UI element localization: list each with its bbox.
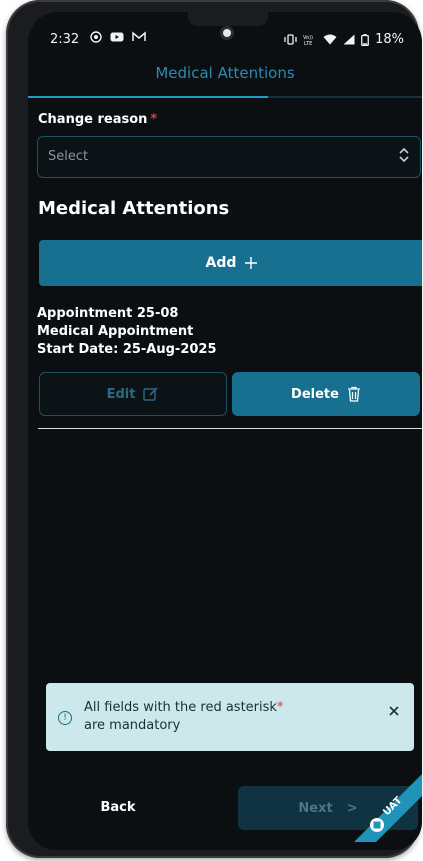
required-asterisk: * (150, 112, 158, 127)
svg-text:LTE: LTE (304, 41, 312, 46)
wifi-icon (323, 34, 337, 45)
vibrate-icon (284, 34, 297, 45)
appointment-start-date: Start Date: 25-Aug-2025 (37, 342, 217, 357)
app-screen: 2:32 Vo)) LTE 18% Medical Attentions Chan… (28, 12, 422, 850)
add-button[interactable]: Add (39, 240, 422, 286)
youtube-icon (110, 32, 124, 42)
volte-icon: Vo))LTE (303, 35, 313, 46)
toast-message-line1: All fields with the red asterisk (84, 700, 277, 715)
delete-button[interactable]: Delete (232, 372, 420, 416)
change-reason-label: Change reason * (38, 112, 157, 127)
status-time: 2:32 (50, 32, 80, 47)
divider (38, 428, 422, 429)
back-button[interactable]: Back (68, 792, 168, 822)
status-notification-icons (90, 31, 146, 43)
page-title: Medical Attentions (155, 64, 295, 82)
appointment-item: Appointment 25-08 Medical Appointment St… (37, 305, 217, 359)
status-system-icons: Vo)) LTE 18% (284, 32, 404, 47)
trash-icon (347, 386, 360, 402)
section-title: Medical Attentions (38, 198, 230, 219)
mandatory-fields-toast: ! All fields with the red asterisk* are … (46, 683, 414, 751)
notch (188, 12, 268, 26)
battery-icon (361, 33, 369, 46)
change-reason-label-text: Change reason (38, 112, 148, 127)
edit-icon (143, 387, 158, 401)
chevron-updown-icon (399, 147, 409, 163)
target-icon (90, 31, 102, 43)
battery-percentage: 18% (375, 32, 404, 47)
header-progress-bar (28, 96, 268, 98)
edit-button[interactable]: Edit (39, 372, 227, 416)
signal-icon (343, 34, 355, 45)
page-header: Medical Attentions (28, 56, 422, 98)
gmail-icon (132, 31, 146, 41)
delete-button-label: Delete (291, 386, 339, 402)
change-reason-select[interactable]: Select (37, 136, 421, 178)
edit-button-label: Edit (106, 386, 136, 402)
plus-icon (245, 257, 258, 269)
info-icon: ! (58, 711, 72, 725)
phone-frame: 2:32 Vo)) LTE 18% Medical Attentions Chan… (6, 0, 422, 858)
toast-message: All fields with the red asterisk* are ma… (84, 699, 354, 735)
uat-badge: UAT (354, 774, 422, 842)
appointment-type: Medical Appointment (37, 324, 194, 339)
toast-asterisk: * (276, 700, 284, 715)
next-button-label: Next (298, 800, 333, 816)
appointment-name: Appointment 25-08 (37, 306, 179, 321)
close-icon[interactable] (388, 705, 400, 717)
select-value: Select (48, 149, 89, 164)
add-button-label: Add (205, 255, 237, 271)
toast-message-line2: are mandatory (84, 718, 181, 733)
status-bar: 2:32 Vo)) LTE 18% (28, 26, 422, 54)
